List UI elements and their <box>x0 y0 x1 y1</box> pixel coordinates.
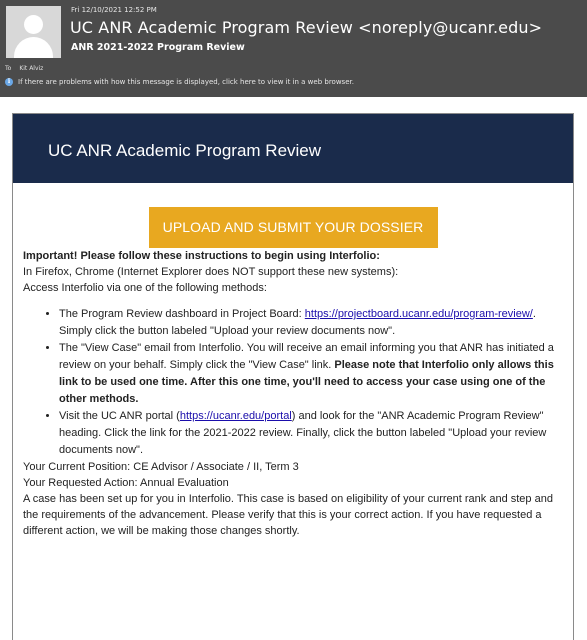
infobar-text: If there are problems with how this mess… <box>18 78 354 86</box>
current-position: Your Current Position: CE Advisor / Asso… <box>23 461 299 473</box>
upload-dossier-button[interactable]: UPLOAD AND SUBMIT YOUR DOSSIER <box>148 207 438 248</box>
message-subject: ANR 2021-2022 Program Review <box>71 42 245 53</box>
sender-avatar <box>6 6 61 58</box>
avatar-body-shape <box>14 37 53 58</box>
web-view-infobar[interactable]: i If there are problems with how this me… <box>5 78 354 86</box>
portal-link[interactable]: https://ucanr.edu/portal <box>180 410 292 422</box>
project-board-link[interactable]: https://projectboard.ucanr.edu/program-r… <box>305 308 533 320</box>
sender-address[interactable]: UC ANR Academic Program Review <noreply@… <box>70 18 542 37</box>
access-methods-list: The Program Review dashboard in Project … <box>23 306 563 459</box>
recipient-row: To Kit Alviz <box>5 65 43 72</box>
banner-title: UC ANR Academic Program Review <box>48 141 322 160</box>
list-item-view-case: The "View Case" email from Interfolio. Y… <box>59 340 563 408</box>
email-banner: UC ANR Academic Program Review <box>13 114 573 183</box>
email-card: UC ANR Academic Program Review UPLOAD AN… <box>12 113 574 640</box>
recipient-name[interactable]: Kit Alviz <box>19 65 43 72</box>
important-heading: Important! Please follow these instructi… <box>23 250 380 262</box>
message-date: Fri 12/10/2021 12:52 PM <box>71 6 157 14</box>
info-icon: i <box>5 78 13 86</box>
access-intro: Access Interfolio via one of the followi… <box>23 282 267 294</box>
avatar-head-shape <box>24 15 43 34</box>
requested-action: Your Requested Action: Annual Evaluation <box>23 477 229 489</box>
upload-button-row: UPLOAD AND SUBMIT YOUR DOSSIER <box>13 207 573 248</box>
list-item-project-board: The Program Review dashboard in Project … <box>59 306 563 340</box>
browser-note: In Firefox, Chrome (Internet Explorer do… <box>23 266 399 278</box>
email-content: Important! Please follow these instructi… <box>13 248 573 539</box>
list-item-portal: Visit the UC ANR portal (https://ucanr.e… <box>59 408 563 459</box>
to-label: To <box>5 65 12 72</box>
message-body: UC ANR Academic Program Review UPLOAD AN… <box>0 97 587 640</box>
case-explanation: A case has been set up for you in Interf… <box>23 493 553 537</box>
message-header: Fri 12/10/2021 12:52 PM UC ANR Academic … <box>0 0 587 97</box>
